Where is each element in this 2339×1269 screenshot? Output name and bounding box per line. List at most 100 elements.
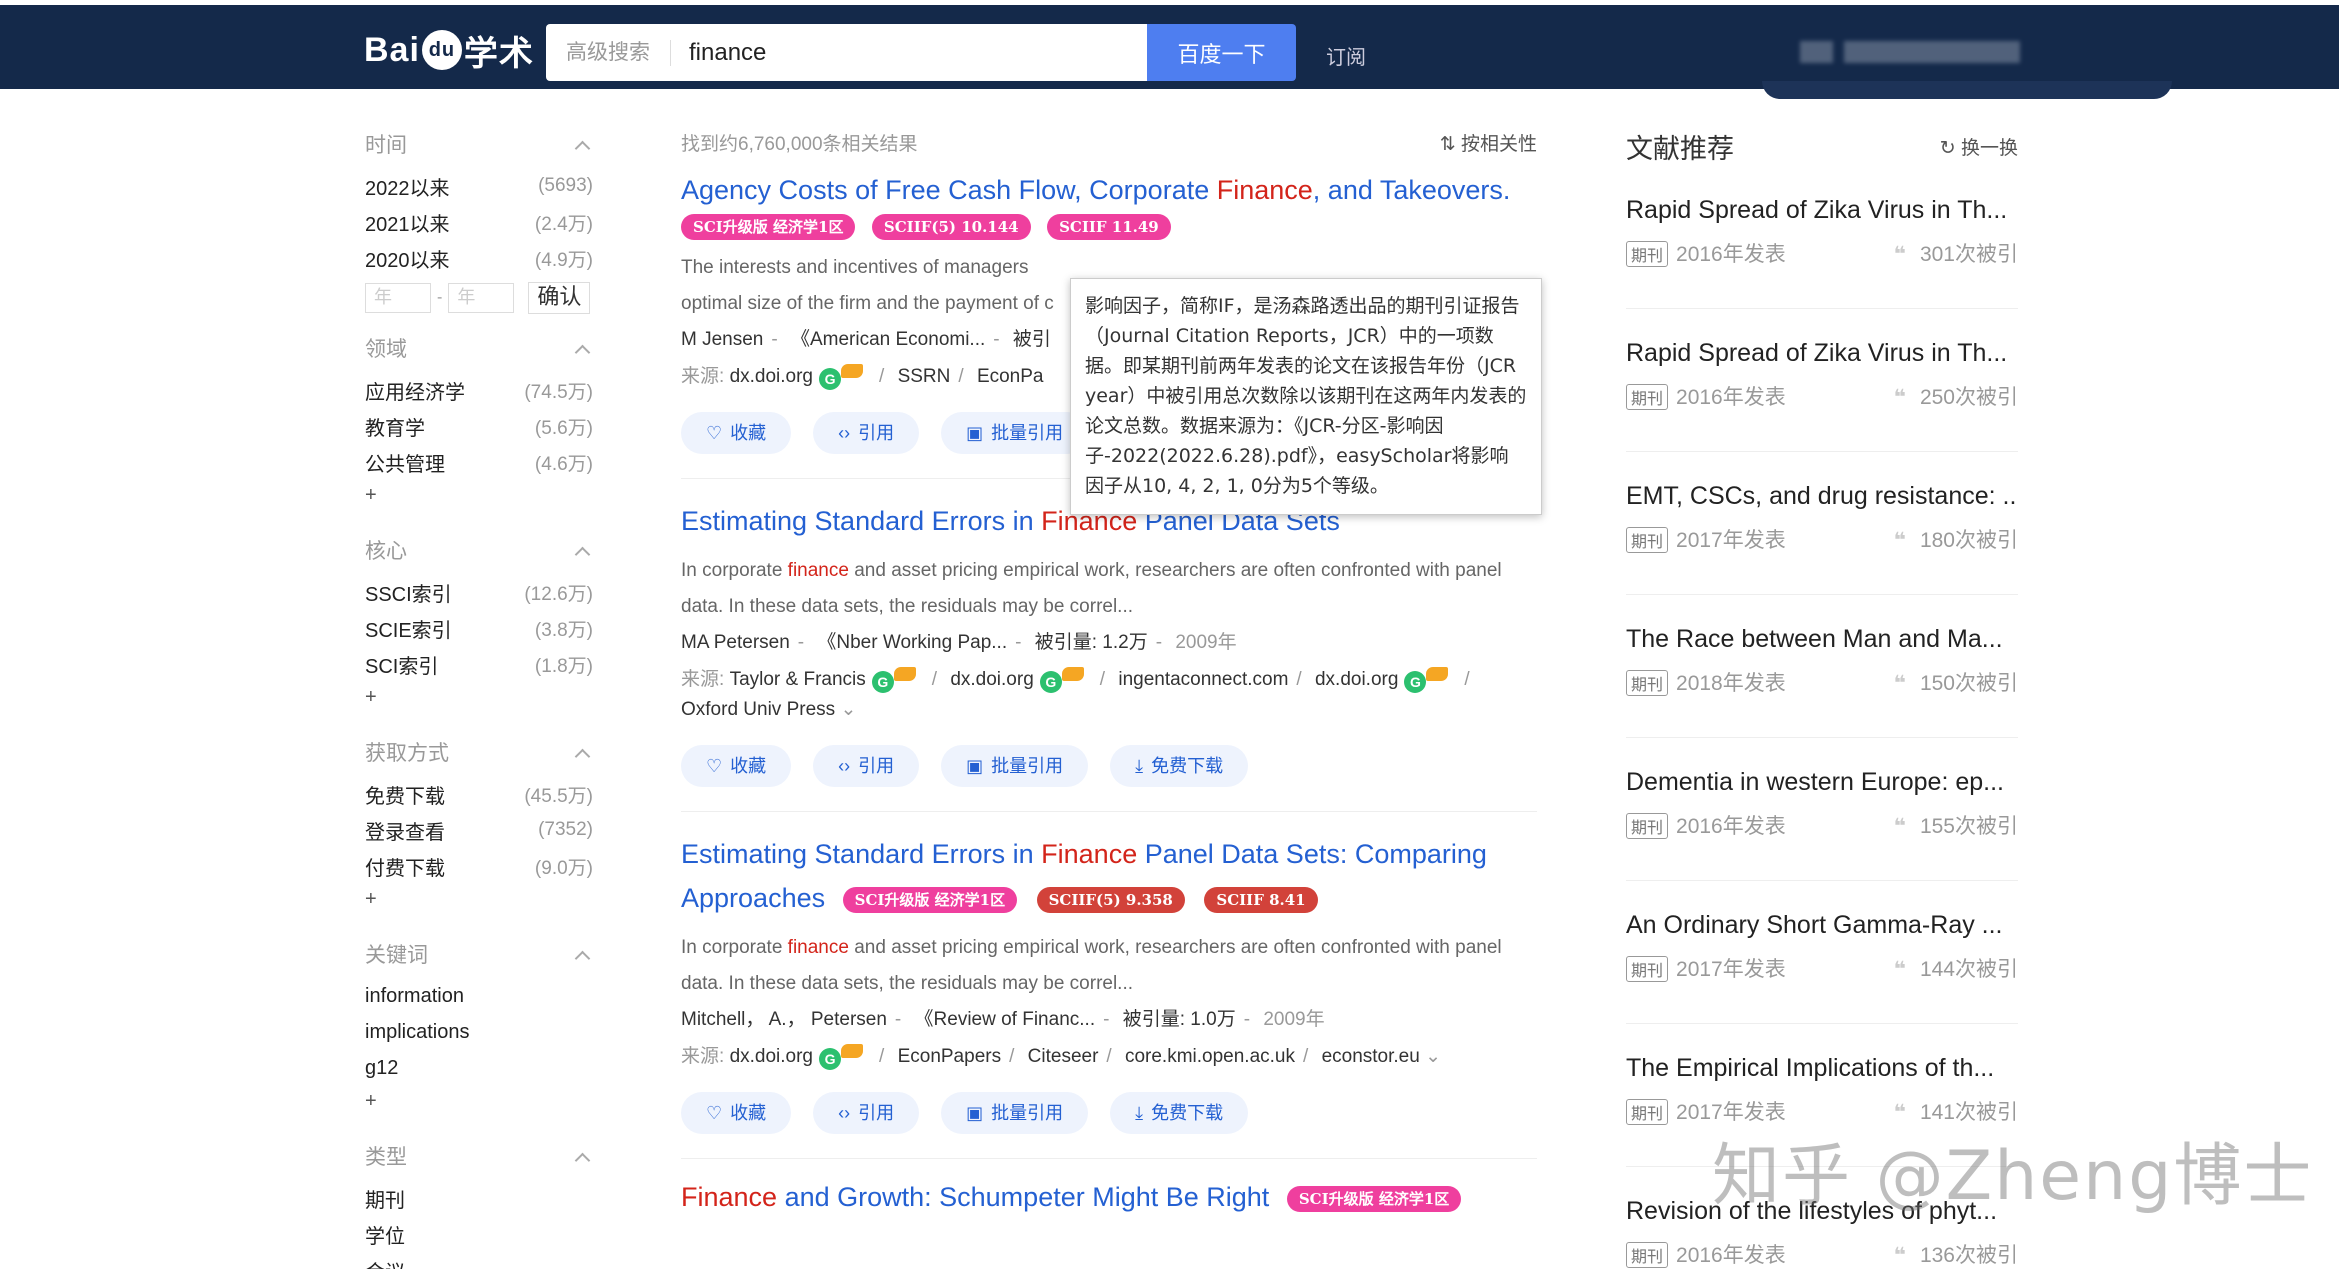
cite-button[interactable]: ‹› 引用 bbox=[813, 412, 920, 454]
recommend-item[interactable]: EMT, CSCs, and drug resistance: ... 期刊 201… bbox=[1626, 452, 2018, 595]
favorite-button[interactable]: ♡ 收藏 bbox=[681, 1092, 792, 1134]
sort-button[interactable]: ⇅ 按相关性 bbox=[1440, 129, 1537, 156]
author-link[interactable]: MA Petersen bbox=[681, 632, 790, 653]
year-to-input[interactable]: 年 bbox=[448, 283, 515, 313]
filter-section-title[interactable]: 核心 bbox=[365, 532, 593, 568]
type-item[interactable]: 学位 bbox=[365, 1216, 593, 1252]
cite-button[interactable]: ‹› 引用 bbox=[813, 745, 920, 787]
scihub-icon[interactable] bbox=[1061, 667, 1084, 681]
filter-item[interactable]: 2020以来 (4.9万) bbox=[365, 240, 593, 276]
source-link[interactable]: SSRN bbox=[898, 366, 951, 387]
batch-cite-button[interactable]: ▣ 批量引用 bbox=[941, 745, 1089, 787]
recommend-item-title[interactable]: The Empirical Implications of th... bbox=[1626, 1046, 2018, 1090]
keyword-item[interactable]: information bbox=[365, 978, 593, 1014]
filter-item[interactable]: 付费下载 (9.0万) bbox=[365, 848, 593, 884]
filter-item[interactable]: 教育学 (5.6万) bbox=[365, 408, 593, 444]
recommend-item[interactable]: Dementia in western Europe: ep... 期刊 2016年… bbox=[1626, 738, 2018, 881]
chevron-up-icon[interactable] bbox=[574, 546, 591, 562]
chevron-down-icon[interactable]: ⌄ bbox=[840, 699, 856, 720]
keyword-item[interactable]: implications bbox=[365, 1014, 593, 1050]
author-link[interactable]: M Jensen bbox=[681, 329, 763, 350]
recommend-item-title[interactable]: Dementia in western Europe: ep... bbox=[1626, 760, 2018, 804]
free-download-button[interactable]: ⤓ 免费下载 bbox=[1110, 745, 1249, 787]
source-link[interactable]: Oxford Univ Press bbox=[681, 699, 835, 720]
filter-section-title[interactable]: 获取方式 bbox=[365, 734, 593, 770]
filter-item[interactable]: 2021以来 (2.4万) bbox=[365, 204, 593, 240]
search-input[interactable] bbox=[689, 38, 1109, 67]
impact-factor-badge[interactable]: SCIIF(5) 9.358 bbox=[1036, 886, 1185, 913]
baidu-scholar-logo[interactable]: Bai du 学术 bbox=[364, 25, 534, 75]
favorite-button[interactable]: ♡ 收藏 bbox=[681, 412, 792, 454]
refresh-button[interactable]: ↻ 换一换 bbox=[1940, 133, 2018, 160]
result-title[interactable]: Finance and Growth: Schumpeter Might Be … bbox=[681, 1175, 1537, 1219]
chevron-up-icon[interactable] bbox=[574, 140, 591, 156]
free-download-button[interactable]: ⤓ 免费下载 bbox=[1110, 1092, 1249, 1134]
impact-factor-badge[interactable]: SCIIF 11.49 bbox=[1047, 214, 1171, 240]
more-filter-button[interactable]: + bbox=[365, 1086, 593, 1122]
impact-factor-badge[interactable]: SCIIF 8.41 bbox=[1204, 886, 1318, 913]
filter-section-title[interactable]: 关键词 bbox=[365, 936, 593, 972]
author-link[interactable]: Mitchell， A.， Petersen bbox=[681, 1009, 887, 1030]
filter-section-title[interactable]: 类型 bbox=[365, 1138, 593, 1174]
source-link[interactable]: dx.doi.org bbox=[950, 669, 1033, 690]
chevron-up-icon[interactable] bbox=[574, 344, 591, 360]
filter-item[interactable]: SCIE索引 (3.8万) bbox=[365, 610, 593, 646]
recommend-item-title[interactable]: Rapid Spread of Zika Virus in Th... bbox=[1626, 331, 2018, 375]
filter-item[interactable]: SSCI索引 (12.6万) bbox=[365, 574, 593, 610]
recommend-item-title[interactable]: Rapid Spread of Zika Virus in Th... bbox=[1626, 188, 2018, 232]
filter-item[interactable]: 登录查看 (7352) bbox=[365, 812, 593, 848]
type-item[interactable]: 会议 bbox=[365, 1252, 593, 1269]
result-title[interactable]: Estimating Standard Errors in Finance Pa… bbox=[681, 832, 1537, 920]
search-button[interactable]: 百度一下 bbox=[1147, 24, 1296, 81]
filter-section-title[interactable]: 时间 bbox=[365, 126, 593, 162]
recommend-item-title[interactable]: An Ordinary Short Gamma-Ray ... bbox=[1626, 903, 2018, 947]
scihub-icon[interactable] bbox=[841, 364, 864, 378]
more-filter-button[interactable]: + bbox=[365, 682, 593, 718]
source-link[interactable]: EconPa bbox=[977, 366, 1044, 387]
source-link[interactable]: core.kmi.open.ac.uk bbox=[1125, 1046, 1295, 1067]
advanced-search-link[interactable]: 高级搜索 bbox=[546, 39, 671, 66]
recommend-item[interactable]: Rapid Spread of Zika Virus in Th... 期刊 201… bbox=[1626, 166, 2018, 309]
more-filter-button[interactable]: + bbox=[365, 480, 593, 516]
source-link[interactable]: dx.doi.org bbox=[730, 1046, 813, 1067]
batch-cite-button[interactable]: ▣ 批量引用 bbox=[941, 1092, 1089, 1134]
keyword-item[interactable]: g12 bbox=[365, 1050, 593, 1086]
batch-cite-button[interactable]: ▣ 批量引用 bbox=[941, 412, 1089, 454]
scihub-icon[interactable] bbox=[1426, 667, 1449, 681]
journal-link[interactable]: 《American Economi... bbox=[791, 329, 985, 350]
recommend-item[interactable]: The Race between Man and Ma... 期刊 2018年发表 ❝… bbox=[1626, 595, 2018, 738]
recommend-item-title[interactable]: The Race between Man and Ma... bbox=[1626, 617, 2018, 661]
journal-rank-badge[interactable]: SCI升级版 经济学1区 bbox=[681, 214, 856, 240]
source-link[interactable]: dx.doi.org bbox=[730, 366, 813, 387]
source-link[interactable]: econstor.eu bbox=[1322, 1046, 1420, 1067]
filter-item[interactable]: 应用经济学 (74.5万) bbox=[365, 372, 593, 408]
filter-item[interactable]: 免费下载 (45.5万) bbox=[365, 776, 593, 812]
filter-item[interactable]: 2022以来 (5693) bbox=[365, 168, 593, 204]
user-info-blurred[interactable] bbox=[1800, 41, 2020, 63]
favorite-button[interactable]: ♡ 收藏 bbox=[681, 745, 792, 787]
scihub-icon[interactable] bbox=[841, 1044, 864, 1058]
source-link[interactable]: EconPapers bbox=[898, 1046, 1002, 1067]
chevron-down-icon[interactable]: ⌄ bbox=[1425, 1046, 1441, 1067]
more-filter-button[interactable]: + bbox=[365, 884, 593, 920]
recommend-item[interactable]: An Ordinary Short Gamma-Ray ... 期刊 2017年发表… bbox=[1626, 881, 2018, 1024]
source-link[interactable]: Taylor & Francis bbox=[730, 669, 866, 690]
journal-link[interactable]: 《Review of Financ... bbox=[915, 1009, 1096, 1030]
filter-section-title[interactable]: 领域 bbox=[365, 330, 593, 366]
result-title[interactable]: Agency Costs of Free Cash Flow, Corporat… bbox=[681, 168, 1537, 212]
journal-rank-badge[interactable]: SCI升级版 经济学1区 bbox=[1286, 1185, 1462, 1212]
source-link[interactable]: Citeseer bbox=[1028, 1046, 1099, 1067]
confirm-year-button[interactable]: 确认 bbox=[528, 282, 591, 314]
chevron-up-icon[interactable] bbox=[574, 950, 591, 966]
cited-count[interactable]: 被引量: 1.0万 bbox=[1123, 1009, 1236, 1030]
year-from-input[interactable]: 年 bbox=[365, 283, 431, 313]
filter-item[interactable]: SCI索引 (1.8万) bbox=[365, 646, 593, 682]
recommend-item-title[interactable]: EMT, CSCs, and drug resistance: ... bbox=[1626, 474, 2018, 518]
cited-count[interactable]: 被引量: 1.2万 bbox=[1035, 632, 1148, 653]
type-item[interactable]: 期刊 bbox=[365, 1180, 593, 1216]
source-link[interactable]: dx.doi.org bbox=[1315, 669, 1398, 690]
recommend-item[interactable]: Rapid Spread of Zika Virus in Th... 期刊 201… bbox=[1626, 309, 2018, 452]
journal-link[interactable]: 《Nber Working Pap... bbox=[817, 632, 1007, 653]
subscribe-link[interactable]: 订阅 bbox=[1326, 41, 1366, 70]
scihub-icon[interactable] bbox=[893, 667, 916, 681]
